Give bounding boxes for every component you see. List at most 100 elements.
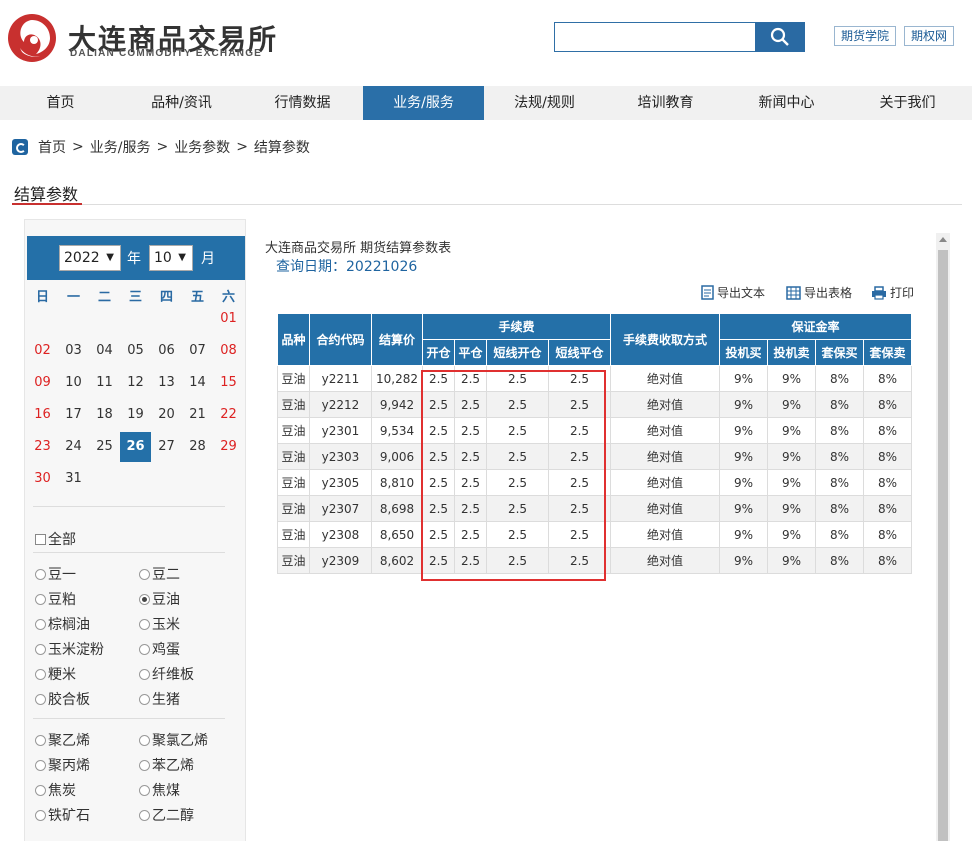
nav-business-services[interactable]: 业务/服务 [363,86,484,120]
variety-radio[interactable]: 乙二醇 [139,805,194,825]
radio-button[interactable] [35,693,46,705]
radio-button[interactable] [139,593,150,605]
variety-radio[interactable]: 聚丙烯 [35,755,90,775]
calendar-day[interactable]: 12 [120,368,151,398]
variety-radio[interactable]: 玉米淀粉 [35,639,104,659]
calendar-day[interactable]: 09 [27,368,58,398]
calendar-day[interactable]: 28 [182,432,213,462]
cell-spec-buy: 9% [719,417,768,444]
cell-variety: 豆油 [277,547,310,574]
calendar-day[interactable]: 07 [182,336,213,366]
variety-radio[interactable]: 豆一 [35,564,76,584]
calendar-day[interactable]: 03 [58,336,89,366]
print-button[interactable]: 打印 [871,284,914,301]
radio-button[interactable] [35,643,46,655]
calendar-day[interactable]: 08 [213,336,244,366]
calendar-day[interactable]: 21 [182,400,213,430]
radio-button[interactable] [35,784,46,796]
breadcrumb-business[interactable]: 业务/服务 [90,137,151,157]
variety-radio[interactable]: 生猪 [139,689,180,709]
radio-button[interactable] [139,618,150,630]
calendar-day[interactable]: 10 [58,368,89,398]
calendar-day[interactable]: 25 [89,432,120,462]
radio-button[interactable] [139,668,150,680]
variety-radio[interactable]: 焦炭 [35,780,76,800]
futures-academy-link[interactable]: 期货学院 [834,26,897,46]
calendar-day[interactable]: 26 [120,432,151,462]
nav-training[interactable]: 培训教育 [605,86,726,120]
calendar-day[interactable]: 31 [58,464,89,494]
calendar-day[interactable]: 20 [151,400,182,430]
breadcrumb-home[interactable]: 首页 [38,137,66,157]
radio-button[interactable] [35,809,46,821]
radio-button[interactable] [139,734,150,746]
select-all[interactable]: 全部 [35,529,76,549]
calendar-day[interactable]: 29 [213,432,244,462]
variety-radio[interactable]: 玉米 [139,614,180,634]
radio-button[interactable] [35,759,46,771]
radio-button[interactable] [35,668,46,680]
export-table-button[interactable]: 导出表格 [786,284,852,301]
radio-button[interactable] [139,568,150,580]
variety-radio[interactable]: 粳米 [35,664,76,684]
checkbox[interactable] [35,533,46,545]
nav-varieties[interactable]: 品种/资讯 [121,86,242,120]
variety-radio[interactable]: 鸡蛋 [139,639,180,659]
radio-button[interactable] [35,618,46,630]
calendar-day[interactable]: 14 [182,368,213,398]
calendar-day[interactable]: 15 [213,368,244,398]
search-button[interactable] [755,22,805,52]
radio-button[interactable] [35,593,46,605]
dce-logo-icon[interactable] [6,12,58,64]
radio-button[interactable] [139,643,150,655]
radio-button[interactable] [139,784,150,796]
calendar-day[interactable]: 18 [89,400,120,430]
variety-radio[interactable]: 纤维板 [139,664,194,684]
scroll-up-arrow-icon[interactable] [939,237,947,242]
calendar-day[interactable]: 02 [27,336,58,366]
calendar-day[interactable]: 11 [89,368,120,398]
calendar-day[interactable]: 01 [213,304,244,334]
radio-button[interactable] [139,693,150,705]
variety-radio[interactable]: 棕榈油 [35,614,90,634]
variety-radio[interactable]: 焦煤 [139,780,180,800]
export-text-button[interactable]: 导出文本 [701,284,765,301]
calendar-day[interactable]: 27 [151,432,182,462]
nav-news[interactable]: 新闻中心 [726,86,847,120]
cell-short-open-fee: 2.5 [486,495,549,522]
calendar-day[interactable]: 30 [27,464,58,494]
calendar-day[interactable]: 23 [27,432,58,462]
variety-radio[interactable]: 胶合板 [35,689,90,709]
calendar-day[interactable]: 05 [120,336,151,366]
scroll-thumb[interactable] [938,250,948,841]
calendar-day[interactable]: 13 [151,368,182,398]
variety-radio[interactable]: 豆粕 [35,589,76,609]
radio-button[interactable] [35,734,46,746]
radio-button[interactable] [139,809,150,821]
options-site-link[interactable]: 期权网 [904,26,955,46]
calendar-day[interactable]: 17 [58,400,89,430]
variety-radio[interactable]: 豆油 [139,589,180,609]
nav-market-data[interactable]: 行情数据 [242,86,363,120]
breadcrumb-params[interactable]: 业务参数 [174,137,230,157]
month-select[interactable]: 10 ▼ [149,245,193,271]
nav-about[interactable]: 关于我们 [847,86,968,120]
variety-radio[interactable]: 铁矿石 [35,805,90,825]
variety-radio[interactable]: 苯乙烯 [139,755,194,775]
calendar-day[interactable]: 16 [27,400,58,430]
nav-home[interactable]: 首页 [0,86,121,120]
scrollbar[interactable] [936,233,950,841]
variety-radio[interactable]: 聚乙烯 [35,730,90,750]
calendar-day[interactable]: 19 [120,400,151,430]
radio-button[interactable] [139,759,150,771]
nav-rules[interactable]: 法规/规则 [484,86,605,120]
year-select[interactable]: 2022 ▼ [59,245,121,271]
variety-radio[interactable]: 豆二 [139,564,180,584]
calendar-day[interactable]: 04 [89,336,120,366]
search-input[interactable] [554,22,756,52]
calendar-day[interactable]: 22 [213,400,244,430]
calendar-day[interactable]: 24 [58,432,89,462]
variety-radio[interactable]: 聚氯乙烯 [139,730,208,750]
radio-button[interactable] [35,568,46,580]
calendar-day[interactable]: 06 [151,336,182,366]
